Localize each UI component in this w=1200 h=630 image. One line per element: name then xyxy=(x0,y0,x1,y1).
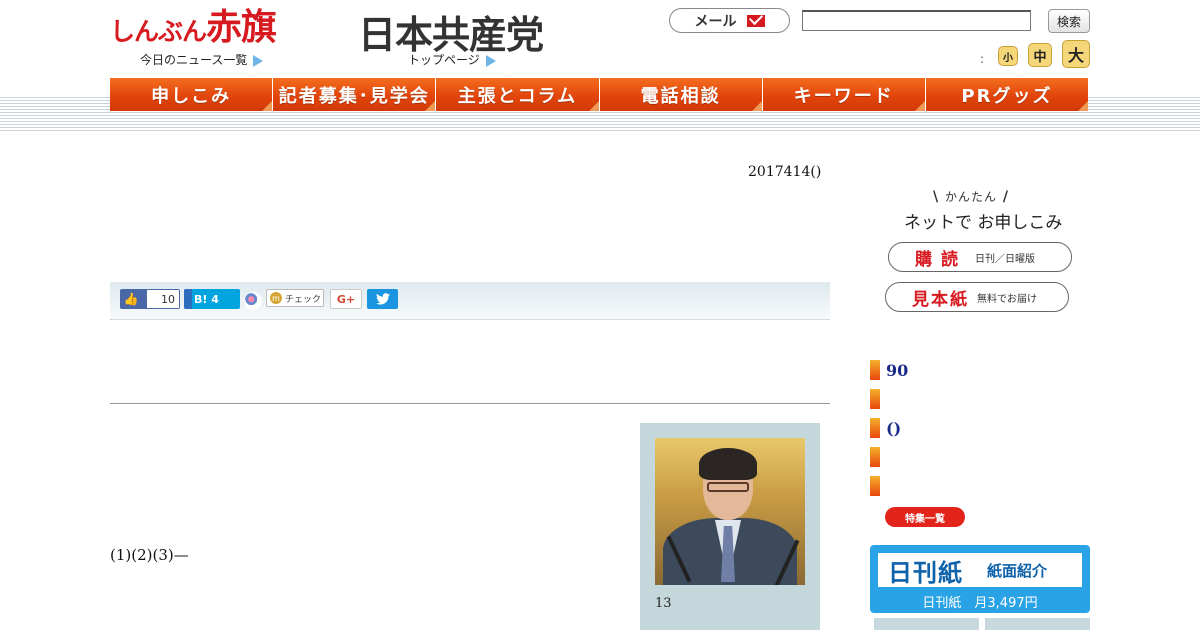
share-bar: 👍 10 B! 4 m チェック G+ xyxy=(110,282,830,320)
mail-label: メール xyxy=(694,13,737,30)
feature-bar-icon xyxy=(870,389,880,409)
twitter-button[interactable] xyxy=(367,289,398,309)
feature-bar-icon xyxy=(870,360,880,380)
google-plus-button[interactable]: G+ xyxy=(330,289,362,309)
article-date: 2017414() xyxy=(748,164,822,180)
font-size-small-button[interactable]: 小 xyxy=(998,46,1018,66)
subscribe-sub-label: 日刊／日曜版 xyxy=(975,253,1035,265)
akahata-logo[interactable]: しんぶん 赤旗 xyxy=(110,6,277,48)
mail-icon xyxy=(746,14,765,27)
sample-paper-label: 見本紙 xyxy=(912,289,969,310)
feature-item[interactable]: 90 xyxy=(870,360,908,380)
feature-bar-icon xyxy=(870,418,880,438)
mixi-icon[interactable] xyxy=(244,292,262,310)
daily-paper-banner[interactable]: 日刊紙 紙面紹介 日刊紙 月3,497円 xyxy=(870,545,1090,613)
subscribe-button[interactable]: 購読 日刊／日曜版 xyxy=(888,242,1072,272)
arrow-right-icon xyxy=(253,54,264,67)
feature-label: 90 xyxy=(886,360,909,380)
net-tagline: \ かんたん / xyxy=(933,189,1010,205)
facebook-like-count: 10 xyxy=(147,290,179,308)
todays-news-link[interactable]: 今日のニュース一覧 xyxy=(140,51,264,68)
mixi-check-label: チェック xyxy=(285,294,322,305)
feature-bar-icon xyxy=(870,447,880,467)
logo-kana: しんぶん xyxy=(110,17,207,46)
feature-item[interactable]: () xyxy=(870,418,901,438)
feature-item[interactable] xyxy=(870,389,886,409)
article-body: (1)(2)(3)— xyxy=(110,546,189,564)
photo-caption: 13 xyxy=(655,596,672,611)
net-tag-text: かんたん xyxy=(945,190,998,204)
subscribe-label: 購読 xyxy=(915,249,967,270)
main-nav: 申しこみ 記者募集･見学会 主張とコラム 電話相談 キーワード PRグッズ xyxy=(110,78,1089,111)
top-page-label: トップページ xyxy=(408,53,480,67)
nav-item-apply[interactable]: 申しこみ xyxy=(110,78,274,111)
twitter-bird-icon xyxy=(375,293,390,305)
feature-label: () xyxy=(886,418,902,438)
mixi-check-button[interactable]: m チェック xyxy=(266,289,324,307)
hatena-bookmark-button[interactable]: B! 4 xyxy=(184,289,240,309)
top-page-link[interactable]: トップページ xyxy=(408,51,496,68)
nav-item-opinion[interactable]: 主張とコラム xyxy=(436,78,600,111)
font-size-medium-button[interactable]: 中 xyxy=(1028,43,1052,67)
thumbs-up-icon: 👍 xyxy=(123,292,139,306)
net-apply-title: ネットで お申しこみ xyxy=(904,213,1063,233)
font-size-colon: : xyxy=(980,52,985,66)
nav-item-keyword[interactable]: キーワード xyxy=(762,78,926,111)
banner-inner: 日刊紙 紙面紹介 xyxy=(878,553,1082,587)
nav-item-pr-goods[interactable]: PRグッズ xyxy=(925,78,1089,111)
nav-item-phone-consult[interactable]: 電話相談 xyxy=(599,78,763,111)
facebook-like-button[interactable]: 👍 10 xyxy=(120,289,180,309)
font-size-large-button[interactable]: 大 xyxy=(1062,40,1090,68)
mixi-m-icon: m xyxy=(270,292,282,304)
feature-list-button[interactable]: 特集一覧 xyxy=(885,507,965,527)
article-photo xyxy=(655,438,805,585)
feature-bar-icon xyxy=(870,476,880,496)
banner-title: 日刊紙 xyxy=(888,558,963,587)
logo-kanji: 赤旗 xyxy=(206,7,277,48)
banner-price: 日刊紙 月3,497円 xyxy=(922,596,1038,611)
search-button[interactable]: 検索 xyxy=(1048,9,1090,33)
mail-button[interactable]: メール xyxy=(669,8,790,33)
feature-item[interactable] xyxy=(870,447,886,467)
article-photo-box: 13 xyxy=(640,423,820,630)
arrow-right-icon xyxy=(485,54,496,67)
sample-paper-button[interactable]: 見本紙 無料でお届け xyxy=(885,282,1069,312)
nav-item-recruit[interactable]: 記者募集･見学会 xyxy=(273,78,437,111)
todays-news-label: 今日のニュース一覧 xyxy=(140,53,248,67)
feature-item[interactable] xyxy=(870,476,886,496)
sample-paper-sub-label: 無料でお届け xyxy=(977,293,1037,305)
search-input[interactable] xyxy=(802,10,1031,31)
sidebar-tiles xyxy=(874,618,1090,630)
banner-subtitle: 紙面紹介 xyxy=(987,561,1048,580)
article-divider xyxy=(110,403,830,404)
